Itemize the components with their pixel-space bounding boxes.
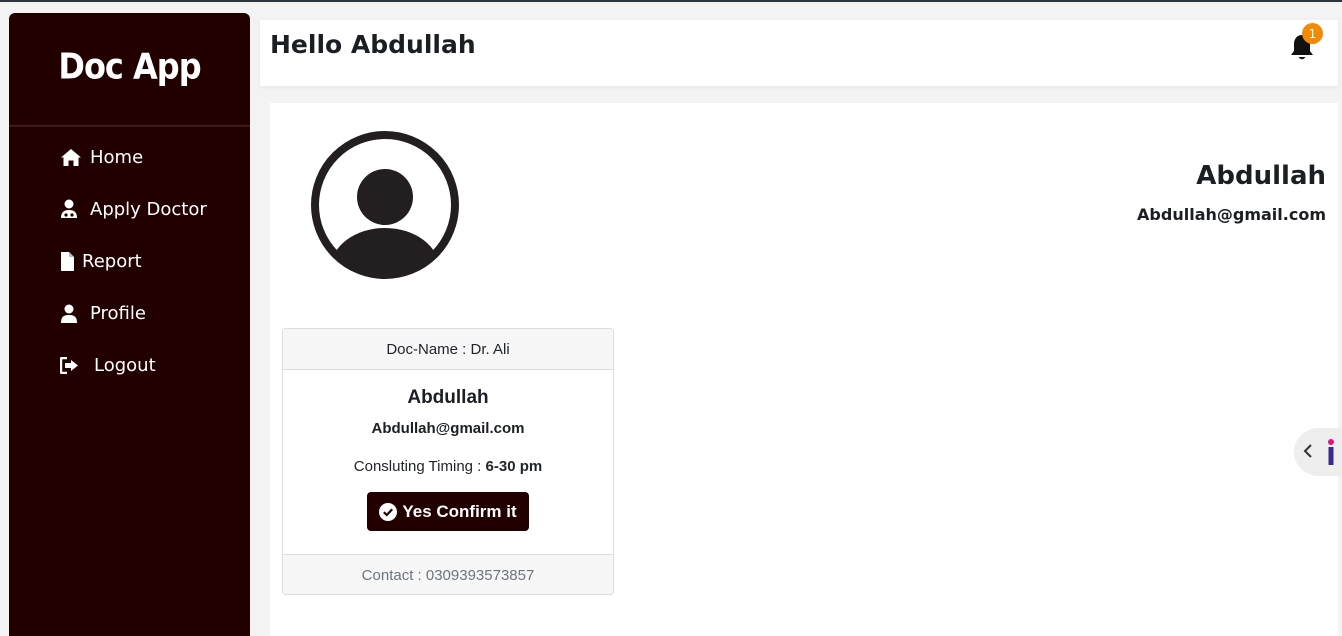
- app-logo: Doc App: [9, 7, 250, 127]
- card-patient-name: Abdullah: [407, 387, 489, 408]
- profile-name: Abdullah: [1196, 161, 1326, 191]
- appointment-card: Doc-Name : Dr. Ali Abdullah Abdullah@gma…: [282, 328, 614, 595]
- side-widget-toggle[interactable]: [1294, 428, 1342, 476]
- info-logo-icon: [1327, 438, 1335, 470]
- timing-label: Consluting Timing :: [353, 458, 482, 475]
- card-body: Abdullah Abdullah@gmail.com Consluting T…: [283, 370, 613, 554]
- profile-email: Abdullah@gmail.com: [1137, 205, 1326, 224]
- card-patient-email: Abdullah@gmail.com: [371, 420, 525, 437]
- top-header: Hello Abdullah: [260, 20, 1338, 86]
- main-content: Abdullah Abdullah@gmail.com Doc-Name : D…: [270, 103, 1338, 636]
- sidebar-item-label: Report: [82, 250, 142, 272]
- sidebar-item-label: Apply Doctor: [90, 198, 207, 220]
- confirm-button-label: Yes Confirm it: [402, 501, 517, 521]
- confirm-button[interactable]: Yes Confirm it: [367, 492, 529, 531]
- sidebar-item-apply-doctor[interactable]: Apply Doctor: [9, 183, 250, 235]
- check-circle-icon: [379, 502, 398, 521]
- notification-badge: 1: [1302, 23, 1323, 44]
- sidebar-item-report[interactable]: Report: [9, 235, 250, 287]
- profile-info: Abdullah Abdullah@gmail.com: [1137, 161, 1326, 224]
- sidebar-item-profile[interactable]: Profile: [9, 287, 250, 339]
- sidebar-item-label: Home: [90, 146, 144, 168]
- consulting-timing: Consluting Timing : 6-30 pm: [283, 458, 613, 475]
- doctor-icon: [60, 198, 82, 220]
- sidebar: Doc App Home Apply Doctor Report Profile: [9, 13, 250, 636]
- avatar: [309, 131, 461, 283]
- card-footer: Contact : 0309393573857: [283, 554, 613, 594]
- sidebar-item-home[interactable]: Home: [9, 131, 250, 183]
- sidebar-item-label: Profile: [90, 302, 146, 324]
- sidebar-item-logout[interactable]: Logout: [9, 339, 250, 391]
- logout-icon: [60, 354, 82, 376]
- sidebar-menu: Home Apply Doctor Report Profile Logout: [9, 120, 250, 391]
- chevron-left-icon: [1302, 443, 1314, 463]
- file-icon: [60, 250, 78, 272]
- timing-value: 6-30 pm: [485, 458, 543, 475]
- page-title: Hello Abdullah: [270, 30, 476, 59]
- sidebar-item-label: Logout: [94, 354, 156, 376]
- card-header: Doc-Name : Dr. Ali: [283, 329, 613, 370]
- home-icon: [60, 146, 82, 168]
- user-icon: [60, 302, 82, 324]
